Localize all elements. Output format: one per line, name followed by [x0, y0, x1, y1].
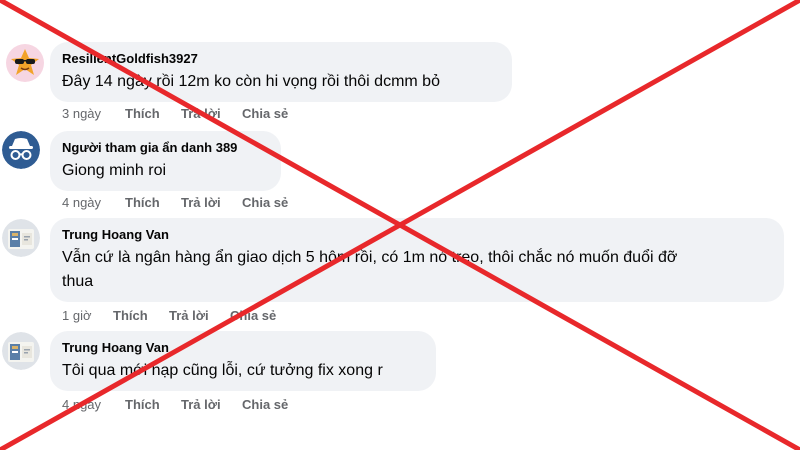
avatar[interactable] [2, 332, 40, 370]
comment-time[interactable]: 1 giờ [62, 308, 92, 324]
like-button[interactable]: Thích [125, 106, 160, 122]
avatar[interactable] [6, 44, 44, 82]
comment-text: Giong minh roi [62, 162, 167, 179]
reply-button[interactable]: Trả lời [181, 106, 221, 122]
comment-author[interactable]: Trung Hoang Van [62, 227, 772, 243]
reply-button[interactable]: Trả lời [181, 397, 221, 413]
comment-text: Tôi qua mới nạp cũng lỗi, cứ tưởng fix x… [62, 362, 383, 379]
like-button[interactable]: Thích [113, 308, 148, 324]
reply-button[interactable]: Trả lời [181, 195, 221, 211]
avatar[interactable] [2, 219, 40, 257]
share-button[interactable]: Chia sẻ [242, 195, 288, 211]
comment-bubble: Trung Hoang Van Tôi qua mới nạp cũng lỗi… [50, 331, 436, 391]
comment-time[interactable]: 4 ngày [62, 195, 101, 211]
comment-text-line: thua [62, 273, 94, 290]
comment-author[interactable]: Người tham gia ẩn danh 389 [62, 140, 269, 156]
sunglasses-star-avatar-icon [6, 44, 44, 82]
comment-text: Đây 14 ngày rồi 12m ko còn hi vọng rồi t… [62, 73, 440, 90]
comment-text-line: Vẫn cứ là ngân hàng ẩn giao dịch 5 hôm r… [62, 249, 678, 266]
avatar[interactable] [2, 131, 40, 169]
comment-author[interactable]: Trung Hoang Van [62, 340, 424, 356]
comment-bubble: ResilientGoldfish3927 Đây 14 ngày rồi 12… [50, 42, 512, 102]
like-button[interactable]: Thích [125, 397, 160, 413]
photo-avatar-icon [2, 332, 40, 370]
share-button[interactable]: Chia sẻ [242, 397, 288, 413]
anonymous-spy-avatar-icon [2, 131, 40, 169]
comment-time[interactable]: 3 ngày [62, 106, 101, 122]
comment-bubble: Trung Hoang Van Vẫn cứ là ngân hàng ẩn g… [50, 218, 784, 302]
like-button[interactable]: Thích [125, 195, 160, 211]
comment-author[interactable]: ResilientGoldfish3927 [62, 51, 500, 67]
reply-button[interactable]: Trả lời [169, 308, 209, 324]
photo-avatar-icon [2, 219, 40, 257]
share-button[interactable]: Chia sẻ [242, 106, 288, 122]
share-button[interactable]: Chia sẻ [230, 308, 276, 324]
comment-bubble: Người tham gia ẩn danh 389 Giong minh ro… [50, 131, 281, 191]
comment-time[interactable]: 4 ngày [62, 397, 101, 413]
